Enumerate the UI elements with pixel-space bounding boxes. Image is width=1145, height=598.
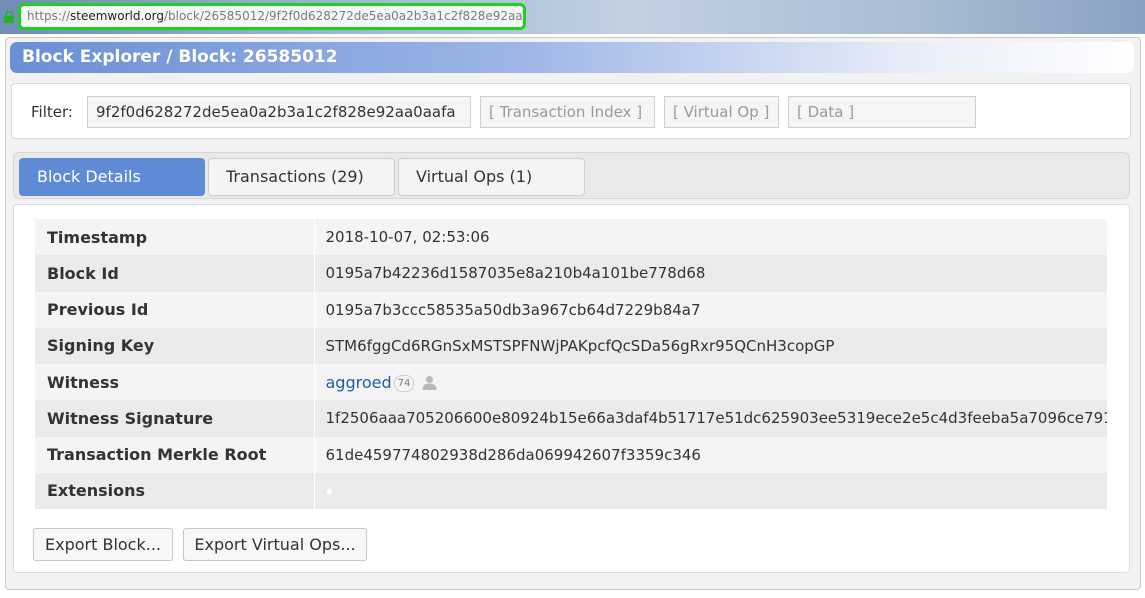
- filter-panel: Filter: 9f2f0d628272de5ea0a2b3a1c2f828e9…: [11, 83, 1131, 139]
- merkle-root-value: 61de459774802938d286da069942607f3359c346: [314, 436, 1107, 473]
- witness-value: aggroed 74: [314, 364, 1107, 401]
- export-virtual-ops-button[interactable]: Export Virtual Ops...: [183, 528, 367, 561]
- witness-signature-label: Witness Signature: [35, 400, 315, 437]
- table-row: Transaction Merkle Root 61de459774802938…: [35, 436, 1107, 473]
- table-row: Extensions: [35, 472, 1107, 509]
- table-row: Timestamp 2018-10-07, 02:53:06: [35, 219, 1107, 256]
- page-title: Block Explorer / Block: 26585012: [10, 42, 1134, 73]
- extensions-value: [314, 472, 1107, 509]
- previous-id-value: 0195a7b3ccc58535a50db3a967cb64d7229b84a7: [314, 291, 1107, 328]
- timestamp-label: Timestamp: [35, 219, 315, 256]
- tab-bar: Block Details Transactions (29) Virtual …: [13, 152, 1130, 199]
- merkle-root-label: Transaction Merkle Root: [35, 436, 315, 473]
- virtual-op-input[interactable]: [ Virtual Op ]: [664, 96, 779, 128]
- timestamp-value: 2018-10-07, 02:53:06: [314, 219, 1107, 256]
- witness-rank-badge: 74: [393, 374, 415, 392]
- witness-link[interactable]: aggroed: [326, 373, 392, 392]
- user-icon[interactable]: [422, 375, 437, 390]
- empty-extension-dot: [326, 488, 332, 494]
- signing-key-value: STM6fggCd6RGnSxMSTSPFNWjPAKpcfQcSDa56gRx…: [314, 327, 1107, 364]
- export-block-button[interactable]: Export Block...: [33, 528, 173, 561]
- table-row: Previous Id 0195a7b3ccc58535a50db3a967cb…: [35, 291, 1107, 328]
- block-id-label: Block Id: [35, 255, 315, 292]
- url-path: /block/26585012/9f2f0d628272de5ea0a2b3a1…: [163, 9, 526, 23]
- previous-id-label: Previous Id: [35, 291, 315, 328]
- witness-label: Witness: [35, 364, 315, 401]
- tab-virtual-ops[interactable]: Virtual Ops (1): [398, 158, 585, 196]
- filter-label: Filter:: [31, 103, 73, 121]
- address-bar[interactable]: https://steemworld.org/block/26585012/9f…: [18, 3, 526, 30]
- browser-toolbar: https://steemworld.org/block/26585012/9f…: [0, 0, 1145, 34]
- transaction-index-input[interactable]: [ Transaction Index ]: [480, 96, 655, 128]
- data-input[interactable]: [ Data ]: [788, 96, 976, 128]
- table-row: Signing Key STM6fggCd6RGnSxMSTSPFNWjPAKp…: [35, 327, 1107, 364]
- url-scheme: https://: [27, 9, 71, 23]
- table-row: Witness aggroed 74: [35, 364, 1107, 401]
- signing-key-label: Signing Key: [35, 327, 315, 364]
- block-id-value: 0195a7b42236d1587035e8a210b4a101be778d68: [314, 255, 1107, 292]
- block-details-table: Timestamp 2018-10-07, 02:53:06 Block Id …: [35, 219, 1107, 509]
- url-host: steemworld.org: [70, 9, 164, 23]
- tab-transactions[interactable]: Transactions (29): [208, 158, 395, 196]
- extensions-label: Extensions: [35, 472, 315, 509]
- lock-icon: [4, 11, 14, 23]
- table-row: Witness Signature 1f2506aaa705206600e809…: [35, 400, 1107, 437]
- block-filter-input[interactable]: 9f2f0d628272de5ea0a2b3a1c2f828e92aa0aafa: [87, 96, 471, 128]
- tab-block-details[interactable]: Block Details: [19, 158, 205, 196]
- table-row: Block Id 0195a7b42236d1587035e8a210b4a10…: [35, 255, 1107, 292]
- witness-signature-value: 1f2506aaa705206600e80924b15e66a3daf4b517…: [314, 400, 1107, 437]
